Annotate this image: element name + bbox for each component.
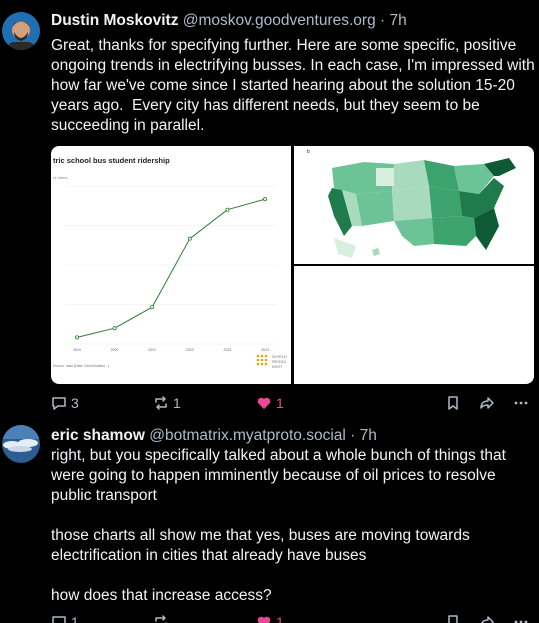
reply-button[interactable]: 3 <box>51 393 79 413</box>
wri-logo-icon <box>256 354 268 366</box>
x-tick-label: 2021 <box>148 348 156 352</box>
reply-icon <box>52 616 66 623</box>
data-point <box>112 326 117 331</box>
post-time[interactable]: 7h <box>360 427 377 444</box>
image-ridership-chart[interactable]: tric school bus student ridership of rid… <box>51 146 291 384</box>
post-header: Dustin Moskovitz @moskov.goodventures.or… <box>51 12 407 30</box>
data-point <box>187 236 192 241</box>
share-icon <box>481 616 494 623</box>
x-tick-label: 2023 <box>224 348 232 352</box>
repost-count: 1 <box>173 395 181 411</box>
like-button[interactable]: 1 <box>256 612 284 623</box>
share-icon <box>480 397 494 409</box>
x-tick-label: 2019 <box>73 348 81 352</box>
author-handle[interactable]: @moskov.goodventures.org <box>183 12 376 29</box>
image-us-map[interactable]: b <box>294 146 534 264</box>
post-dustin[interactable]: Dustin Moskovitz @moskov.goodventures.or… <box>0 0 539 415</box>
post-actions: 1 1 <box>51 612 535 623</box>
like-count: 1 <box>276 614 284 623</box>
reply-icon <box>52 397 66 410</box>
share-button[interactable] <box>479 393 495 413</box>
bookmark-icon <box>448 396 458 410</box>
post-text: Great, thanks for specifying further. He… <box>51 37 539 134</box>
us-map <box>328 158 516 258</box>
image-blank[interactable] <box>294 266 534 384</box>
separator: · <box>350 427 356 444</box>
repost-icon <box>155 396 167 410</box>
avatar-image <box>2 425 40 463</box>
more-options-button[interactable] <box>513 612 529 623</box>
repost-button[interactable] <box>153 612 173 623</box>
avatar-image <box>2 12 40 50</box>
map-corner-label: b <box>307 149 310 155</box>
post-header: eric shamow @botmatrix.myatproto.social … <box>51 427 377 445</box>
data-point <box>150 305 155 310</box>
image-gallery: tric school bus student ridership of rid… <box>51 146 534 384</box>
author-name[interactable]: eric shamow <box>51 427 145 444</box>
reply-button[interactable]: 1 <box>51 612 79 623</box>
bookmark-button[interactable] <box>445 612 461 623</box>
data-point <box>225 207 230 212</box>
line-chart: 2019 2020 2021 2022 2023 2024 <box>65 185 277 352</box>
bookmark-button[interactable] <box>445 393 461 413</box>
chart-source: Source: data (Data: Electrification...) <box>53 364 110 368</box>
x-tick-label: 2020 <box>111 348 119 352</box>
like-button[interactable]: 1 <box>256 393 284 413</box>
separator: · <box>380 12 386 29</box>
series-line <box>76 198 266 338</box>
wri-logo-text: WORLD RESOU INSTI <box>272 354 287 369</box>
author-handle[interactable]: @botmatrix.myatproto.social <box>149 427 346 444</box>
bookmark-icon <box>448 615 458 623</box>
more-options-button[interactable] <box>513 393 529 413</box>
reply-count: 3 <box>71 395 79 411</box>
repost-icon <box>155 615 167 623</box>
repost-button[interactable]: 1 <box>153 393 181 413</box>
avatar[interactable] <box>2 425 40 463</box>
post-actions: 3 1 1 <box>51 393 535 413</box>
post-eric[interactable]: eric shamow @botmatrix.myatproto.social … <box>0 415 539 623</box>
more-icon <box>514 620 528 623</box>
heart-icon <box>257 616 271 623</box>
x-tick-label: 2022 <box>186 348 194 352</box>
author-name[interactable]: Dustin Moskovitz <box>51 12 178 29</box>
reply-count: 1 <box>71 614 79 623</box>
avatar[interactable] <box>2 12 40 50</box>
share-button[interactable] <box>479 612 495 623</box>
post-time[interactable]: 7h <box>390 12 407 29</box>
post-text: right, but you specifically talked about… <box>51 447 506 604</box>
more-icon <box>514 401 528 405</box>
data-point <box>262 197 267 202</box>
heart-icon <box>257 397 271 409</box>
like-count: 1 <box>276 395 284 411</box>
data-point <box>74 335 79 340</box>
x-tick-label: 2024 <box>261 348 269 352</box>
